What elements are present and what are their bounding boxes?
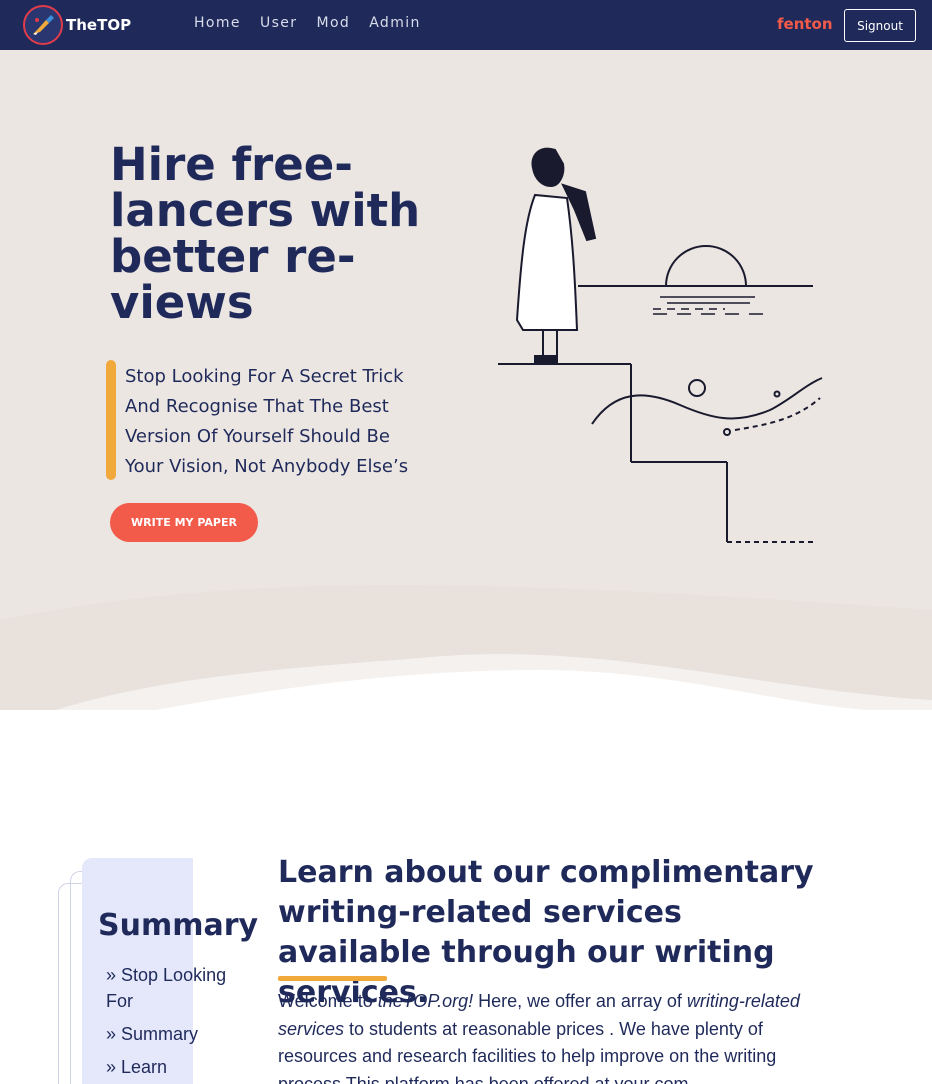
hero-illustration xyxy=(498,147,823,543)
summary-item-learn[interactable]: » Learn xyxy=(106,1054,241,1080)
hero-title: Hire free-lancers with better re-views xyxy=(110,138,421,329)
brand-name: TheTOP xyxy=(66,16,132,34)
nav-link-admin[interactable]: Admin xyxy=(369,15,421,31)
brand[interactable]: TheTOP xyxy=(22,3,131,47)
summary-list: » Stop Looking For » Summary » Learn xyxy=(106,962,241,1084)
hero-waves xyxy=(0,585,932,710)
body-text: Here, we offer an array of xyxy=(473,991,687,1011)
signout-button[interactable]: Signout xyxy=(844,9,916,42)
brand-logo-icon xyxy=(23,5,63,45)
nav-link-home[interactable]: Home xyxy=(194,15,241,31)
hero-accent-bar xyxy=(106,360,116,480)
site-name: theTOP.org! xyxy=(377,991,474,1011)
summary-title: Summary xyxy=(98,908,259,943)
summary-item-summary[interactable]: » Summary xyxy=(106,1021,241,1047)
username-link[interactable]: fenton xyxy=(777,15,833,33)
nav-links: Home User Mod Admin xyxy=(194,15,440,31)
body-text: to students at reasonable prices . We ha… xyxy=(278,1018,777,1084)
summary-item-stop-looking[interactable]: » Stop Looking For xyxy=(106,962,241,1014)
nav-link-mod[interactable]: Mod xyxy=(316,15,350,31)
section-body: Welcome to theTOP.org! Here, we offer an… xyxy=(278,988,808,1084)
body-text: Welcome to xyxy=(278,991,378,1011)
hero-section: Hire free-lancers with better re-views S… xyxy=(0,50,932,710)
hero-tagline: Stop Looking For A Secret Trick And Reco… xyxy=(125,366,409,477)
nav-link-user[interactable]: User xyxy=(260,15,298,31)
write-my-paper-button[interactable]: WRITE MY PAPER xyxy=(110,503,258,542)
navbar: TheTOP Home User Mod Admin fenton Signou… xyxy=(0,0,932,50)
section-underline xyxy=(278,976,387,981)
